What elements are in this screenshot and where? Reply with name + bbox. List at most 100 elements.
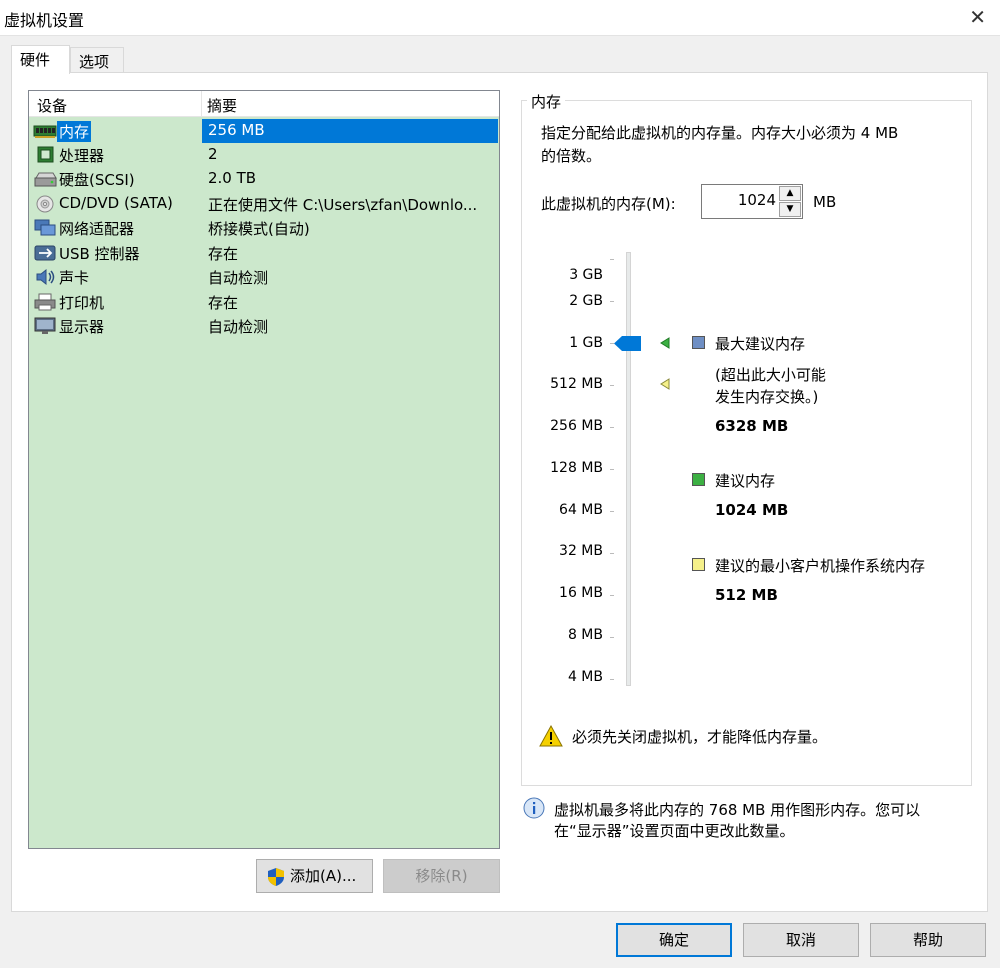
- scale-tick: [610, 637, 614, 638]
- info-text-line2: 在“显示器”设置页面中更改此数量。: [554, 822, 795, 840]
- device-row-network-adapter[interactable]: 网络适配器 桥接模式(自动): [29, 216, 499, 240]
- memory-input[interactable]: 1024: [738, 191, 776, 209]
- device-name: 处理器: [59, 147, 105, 165]
- scale-tick: [610, 301, 614, 302]
- recommended-title: 建议内存: [715, 472, 776, 490]
- ok-button[interactable]: 确定: [616, 923, 732, 957]
- memory-stepper[interactable]: 1024 ▲ ▼: [701, 184, 803, 219]
- scale-label-1gb: 1 GB: [569, 335, 603, 351]
- column-header-summary[interactable]: 摘要: [207, 95, 237, 116]
- tab-options[interactable]: 选项: [70, 47, 124, 72]
- printer-icon: [34, 293, 56, 311]
- memory-icon: [33, 125, 57, 138]
- column-header-device[interactable]: 设备: [37, 95, 67, 116]
- minimum-swatch: [692, 558, 705, 571]
- scale-label-2gb: 2 GB: [569, 293, 603, 309]
- device-row-processor[interactable]: 处理器 2: [29, 143, 499, 167]
- device-list[interactable]: 设备 摘要 内存 256 MB 处理器 2 硬盘(SCSI) 2.0 TB CD…: [28, 90, 500, 849]
- device-name: 声卡: [59, 269, 90, 287]
- scale-tick: [610, 679, 614, 680]
- recommended-swatch: [692, 473, 705, 486]
- device-row-memory[interactable]: 内存 256 MB: [29, 119, 499, 143]
- device-summary: 2: [208, 145, 218, 163]
- warning-icon: [539, 725, 563, 747]
- scale-label-128mb: 128 MB: [550, 460, 603, 476]
- device-row-cd-dvd[interactable]: CD/DVD (SATA) 正在使用文件 C:\Users\zfan\Downl…: [29, 192, 499, 216]
- info-icon: [523, 797, 545, 819]
- scale-label-4mb: 4 MB: [567, 669, 603, 685]
- cancel-button[interactable]: 取消: [743, 923, 859, 957]
- device-name: 网络适配器: [59, 220, 135, 238]
- device-summary: 自动检测: [208, 269, 269, 287]
- warning-text: 必须先关闭虚拟机，才能降低内存量。: [572, 728, 828, 746]
- scale-tick: [610, 427, 614, 428]
- uac-shield-icon: [268, 868, 284, 886]
- spin-down-button[interactable]: ▼: [779, 202, 801, 217]
- memory-slider-thumb[interactable]: [613, 335, 643, 352]
- add-device-button[interactable]: 添加(A)...: [256, 859, 373, 893]
- recommended-marker-icon: [660, 337, 670, 349]
- max-recommended-title: 最大建议内存: [715, 335, 806, 353]
- add-device-label: 添加(A)...: [290, 867, 357, 885]
- spin-up-button[interactable]: ▲: [779, 186, 801, 201]
- scale-label-512mb: 512 MB: [550, 376, 603, 392]
- cd-dvd-icon: [36, 195, 54, 213]
- memory-group-title: 内存: [527, 91, 566, 112]
- max-recommended-value: 6328 MB: [715, 417, 789, 435]
- scale-tick: [610, 469, 614, 470]
- scale-label-256mb: 256 MB: [550, 418, 603, 434]
- scale-tick: [610, 385, 614, 386]
- device-name: USB 控制器: [59, 245, 140, 263]
- device-row-printer[interactable]: 打印机 存在: [29, 290, 499, 314]
- info-text-line1: 虚拟机最多将此内存的 768 MB 用作图形内存。您可以: [554, 801, 921, 819]
- chevron-up-icon: ▲: [786, 188, 794, 198]
- device-row-sound-card[interactable]: 声卡 自动检测: [29, 265, 499, 289]
- device-name: CD/DVD (SATA): [59, 194, 173, 212]
- device-summary: 存在: [208, 294, 239, 312]
- minimum-title: 建议的最小客户机操作系统内存: [715, 557, 926, 575]
- device-name: 内存: [57, 121, 92, 142]
- scale-label-32mb: 32 MB: [559, 543, 603, 559]
- device-summary: 自动检测: [208, 318, 269, 336]
- memory-description-line2: 的倍数。: [541, 147, 602, 165]
- scale-tick: [610, 511, 614, 512]
- display-icon: [34, 317, 56, 334]
- device-summary: 桥接模式(自动): [208, 220, 310, 238]
- device-row-usb-controller[interactable]: USB 控制器 存在: [29, 241, 499, 265]
- scale-tick: [610, 595, 614, 596]
- device-name: 硬盘(SCSI): [59, 171, 135, 189]
- memory-slider-track[interactable]: [626, 252, 631, 686]
- scale-tick: [610, 259, 614, 260]
- device-summary: 正在使用文件 C:\Users\zfan\Downlo...: [208, 196, 478, 214]
- device-row-display[interactable]: 显示器 自动检测: [29, 314, 499, 338]
- recommended-value: 1024 MB: [715, 501, 789, 519]
- scale-label-8mb: 8 MB: [567, 627, 603, 643]
- column-separator[interactable]: [201, 91, 202, 117]
- memory-description-line1: 指定分配给此虚拟机的内存量。内存大小必须为 4 MB: [541, 124, 899, 142]
- device-summary: 2.0 TB: [208, 169, 257, 187]
- chevron-down-icon: ▼: [786, 204, 794, 214]
- device-row-hard-disk[interactable]: 硬盘(SCSI) 2.0 TB: [29, 167, 499, 191]
- scale-tick: [610, 553, 614, 554]
- window-title: 虚拟机设置: [4, 11, 85, 30]
- sound-card-icon: [36, 268, 55, 286]
- device-summary: 256 MB: [208, 121, 265, 139]
- max-recommended-note-line2: 发生内存交换。): [715, 388, 819, 406]
- help-button[interactable]: 帮助: [870, 923, 986, 957]
- scale-label-3gb: 3 GB: [569, 267, 603, 283]
- processor-icon: [37, 146, 54, 163]
- hard-disk-icon: [34, 172, 57, 187]
- device-name: 打印机: [59, 294, 105, 312]
- network-adapter-icon: [34, 219, 56, 236]
- close-icon[interactable]: ✕: [969, 5, 986, 29]
- max-recommended-note-line1: (超出此大小可能: [715, 366, 826, 384]
- tab-hardware[interactable]: 硬件: [11, 45, 70, 74]
- device-summary: 存在: [208, 245, 239, 263]
- device-name: 显示器: [59, 318, 105, 336]
- scale-label-64mb: 64 MB: [559, 502, 603, 518]
- remove-device-button[interactable]: 移除(R): [383, 859, 500, 893]
- usb-icon: [34, 245, 56, 261]
- max-recommended-swatch: [692, 336, 705, 349]
- minimum-value: 512 MB: [715, 586, 778, 604]
- scale-label-16mb: 16 MB: [559, 585, 603, 601]
